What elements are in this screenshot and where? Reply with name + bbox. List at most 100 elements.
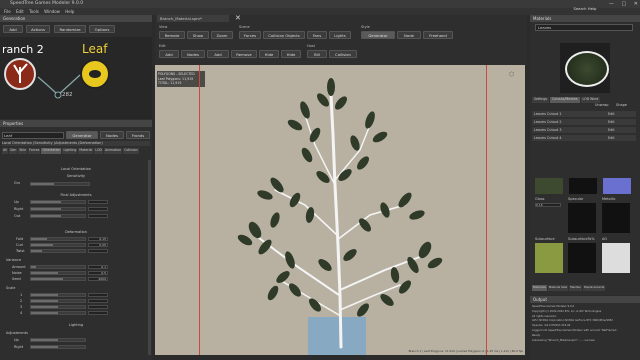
- tab-displacements[interactable]: Displacements: [582, 285, 606, 291]
- section-sensitivity[interactable]: Sensitivity: [2, 174, 150, 179]
- specular-map[interactable]: [568, 203, 596, 233]
- subsurface-pct-map[interactable]: [568, 243, 596, 273]
- final-slider-right[interactable]: [30, 207, 86, 211]
- edit-add2-button[interactable]: Add: [207, 50, 229, 58]
- menu-file[interactable]: File: [4, 9, 11, 14]
- gloss-value[interactable]: 0.15: [535, 203, 561, 207]
- scale-slider-2[interactable]: [30, 299, 86, 303]
- section-deformation[interactable]: Deformation: [2, 230, 150, 235]
- final-value-up[interactable]: [88, 200, 108, 204]
- tab-nodes[interactable]: Nodes: [100, 131, 124, 139]
- scene-fans-button[interactable]: Fans: [307, 31, 327, 39]
- subtab-lighting[interactable]: Lighting: [62, 148, 78, 154]
- deform-value-twist[interactable]: [88, 249, 108, 253]
- edit-hide-button[interactable]: Hide: [259, 50, 279, 58]
- 3d-viewport[interactable]: POLYGONS - SELECTED Leaf Polygons: 11,91…: [155, 65, 525, 355]
- variance-value-seed[interactable]: 2009: [88, 277, 108, 281]
- subtab-all[interactable]: All: [2, 148, 8, 154]
- adjust-slider-up[interactable]: [30, 338, 86, 342]
- section-final-adjustments[interactable]: Final Adjustments: [2, 193, 150, 198]
- menu-help[interactable]: Help: [65, 9, 74, 14]
- grv-slider[interactable]: [30, 182, 90, 186]
- options-button[interactable]: Options: [89, 25, 115, 33]
- diffuse-map[interactable]: [535, 178, 563, 194]
- close-doc-icon[interactable]: ✕: [235, 14, 241, 22]
- subtab-skin[interactable]: Skin: [18, 148, 28, 154]
- scale-value-1[interactable]: [88, 293, 108, 297]
- host-bill-button[interactable]: Bill: [307, 50, 327, 58]
- deform-slider-fold[interactable]: [30, 237, 86, 241]
- material-select[interactable]: Leaves: [535, 24, 633, 31]
- tab-meshes[interactable]: Meshes: [569, 285, 582, 291]
- variance-slider-noise[interactable]: [30, 271, 86, 275]
- host-collision-button[interactable]: Collision: [329, 50, 357, 58]
- add-button[interactable]: Add: [3, 25, 23, 33]
- menu-edit[interactable]: Edit: [16, 9, 24, 14]
- view-remote-button[interactable]: Remote: [159, 31, 185, 39]
- final-slider-up[interactable]: [30, 200, 86, 204]
- tab-generator[interactable]: Generator: [66, 131, 98, 139]
- cutout-item[interactable]: Leaves Cutout 4 Edit: [532, 135, 636, 141]
- tab-materials[interactable]: Materials: [532, 285, 547, 291]
- tab-material-sets[interactable]: Material Sets: [547, 285, 569, 291]
- scale-value-3[interactable]: [88, 305, 108, 309]
- mtab-cutouts[interactable]: Cutouts/Meshes: [550, 97, 580, 103]
- scene-collision-button[interactable]: Collision Objects: [263, 31, 305, 39]
- scale-value-4[interactable]: [88, 311, 108, 315]
- normal-map[interactable]: [603, 178, 631, 194]
- actions-button[interactable]: Actions: [26, 25, 50, 33]
- view-zoom-button[interactable]: Zoom: [211, 31, 233, 39]
- deform-value-curl[interactable]: 0.25: [88, 243, 108, 247]
- cutout-item[interactable]: Leaves Cutout 2 Edit: [532, 119, 636, 125]
- object-field[interactable]: Leaf: [2, 132, 64, 139]
- scene-lights-button[interactable]: Lights: [329, 31, 351, 39]
- style-freehand-button[interactable]: Freehand: [423, 31, 453, 39]
- deform-slider-curl[interactable]: [30, 243, 86, 247]
- final-value-out[interactable]: [88, 214, 108, 218]
- subtab-gen[interactable]: Gen: [8, 148, 18, 154]
- ao-map[interactable]: [602, 243, 630, 273]
- section-local-orientation[interactable]: Local Orientation: [2, 167, 150, 172]
- variance-slider-seed[interactable]: [30, 277, 86, 281]
- subsurface-map[interactable]: [535, 243, 563, 273]
- document-tab[interactable]: Branch_Material.spm*: [157, 15, 229, 22]
- deform-value-fold[interactable]: 0.15: [88, 237, 108, 241]
- subtab-animation[interactable]: Animation: [103, 148, 123, 154]
- view-show-button[interactable]: Show: [187, 31, 209, 39]
- variance-value-amount[interactable]: 0.1: [88, 265, 108, 269]
- edit-add-button[interactable]: Add: [159, 50, 179, 58]
- subtab-forces[interactable]: Forces: [28, 148, 41, 154]
- scale-slider-4[interactable]: [30, 311, 86, 315]
- cutout-item[interactable]: Leaves Cutout 1 Edit: [532, 111, 636, 117]
- section-lighting[interactable]: Lighting: [2, 323, 150, 328]
- final-value-right[interactable]: [88, 207, 108, 211]
- final-slider-out[interactable]: [30, 214, 86, 218]
- scale-slider-3[interactable]: [30, 305, 86, 309]
- variance-value-noise[interactable]: 0.5: [88, 271, 108, 275]
- subtab-material[interactable]: Material: [78, 148, 94, 154]
- property-scrollbar[interactable]: [148, 160, 151, 355]
- menu-tools[interactable]: Tools: [29, 9, 39, 14]
- edit-nodes-button[interactable]: Nodes: [181, 50, 205, 58]
- variance-slider-amount[interactable]: [30, 265, 86, 269]
- cutout-item[interactable]: Leaves Cutout 3 Edit: [532, 127, 636, 133]
- adjust-slider-right[interactable]: [30, 345, 86, 349]
- scale-slider-1[interactable]: [30, 293, 86, 297]
- subtab-lod[interactable]: LOD: [94, 148, 103, 154]
- search-help[interactable]: Search Help: [530, 5, 640, 13]
- edit-hide2-button[interactable]: Hide: [281, 50, 301, 58]
- tab-fronds[interactable]: Fronds: [126, 131, 150, 139]
- subtab-collision[interactable]: Collision: [123, 148, 139, 154]
- edit-remove-button[interactable]: Remove: [231, 50, 257, 58]
- menu-window[interactable]: Window: [44, 9, 60, 14]
- subtab-orientation[interactable]: Orientation: [41, 148, 62, 154]
- randomize-button[interactable]: Randomize: [54, 25, 86, 33]
- opacity-map[interactable]: [569, 178, 597, 194]
- style-generator-button[interactable]: Generator: [361, 31, 395, 39]
- tree-model[interactable]: [155, 65, 525, 355]
- metallic-map[interactable]: [602, 203, 630, 233]
- scale-value-2[interactable]: [88, 299, 108, 303]
- style-node-button[interactable]: Node: [397, 31, 421, 39]
- mtab-settings[interactable]: Settings: [532, 97, 550, 103]
- deform-slider-twist[interactable]: [30, 249, 86, 253]
